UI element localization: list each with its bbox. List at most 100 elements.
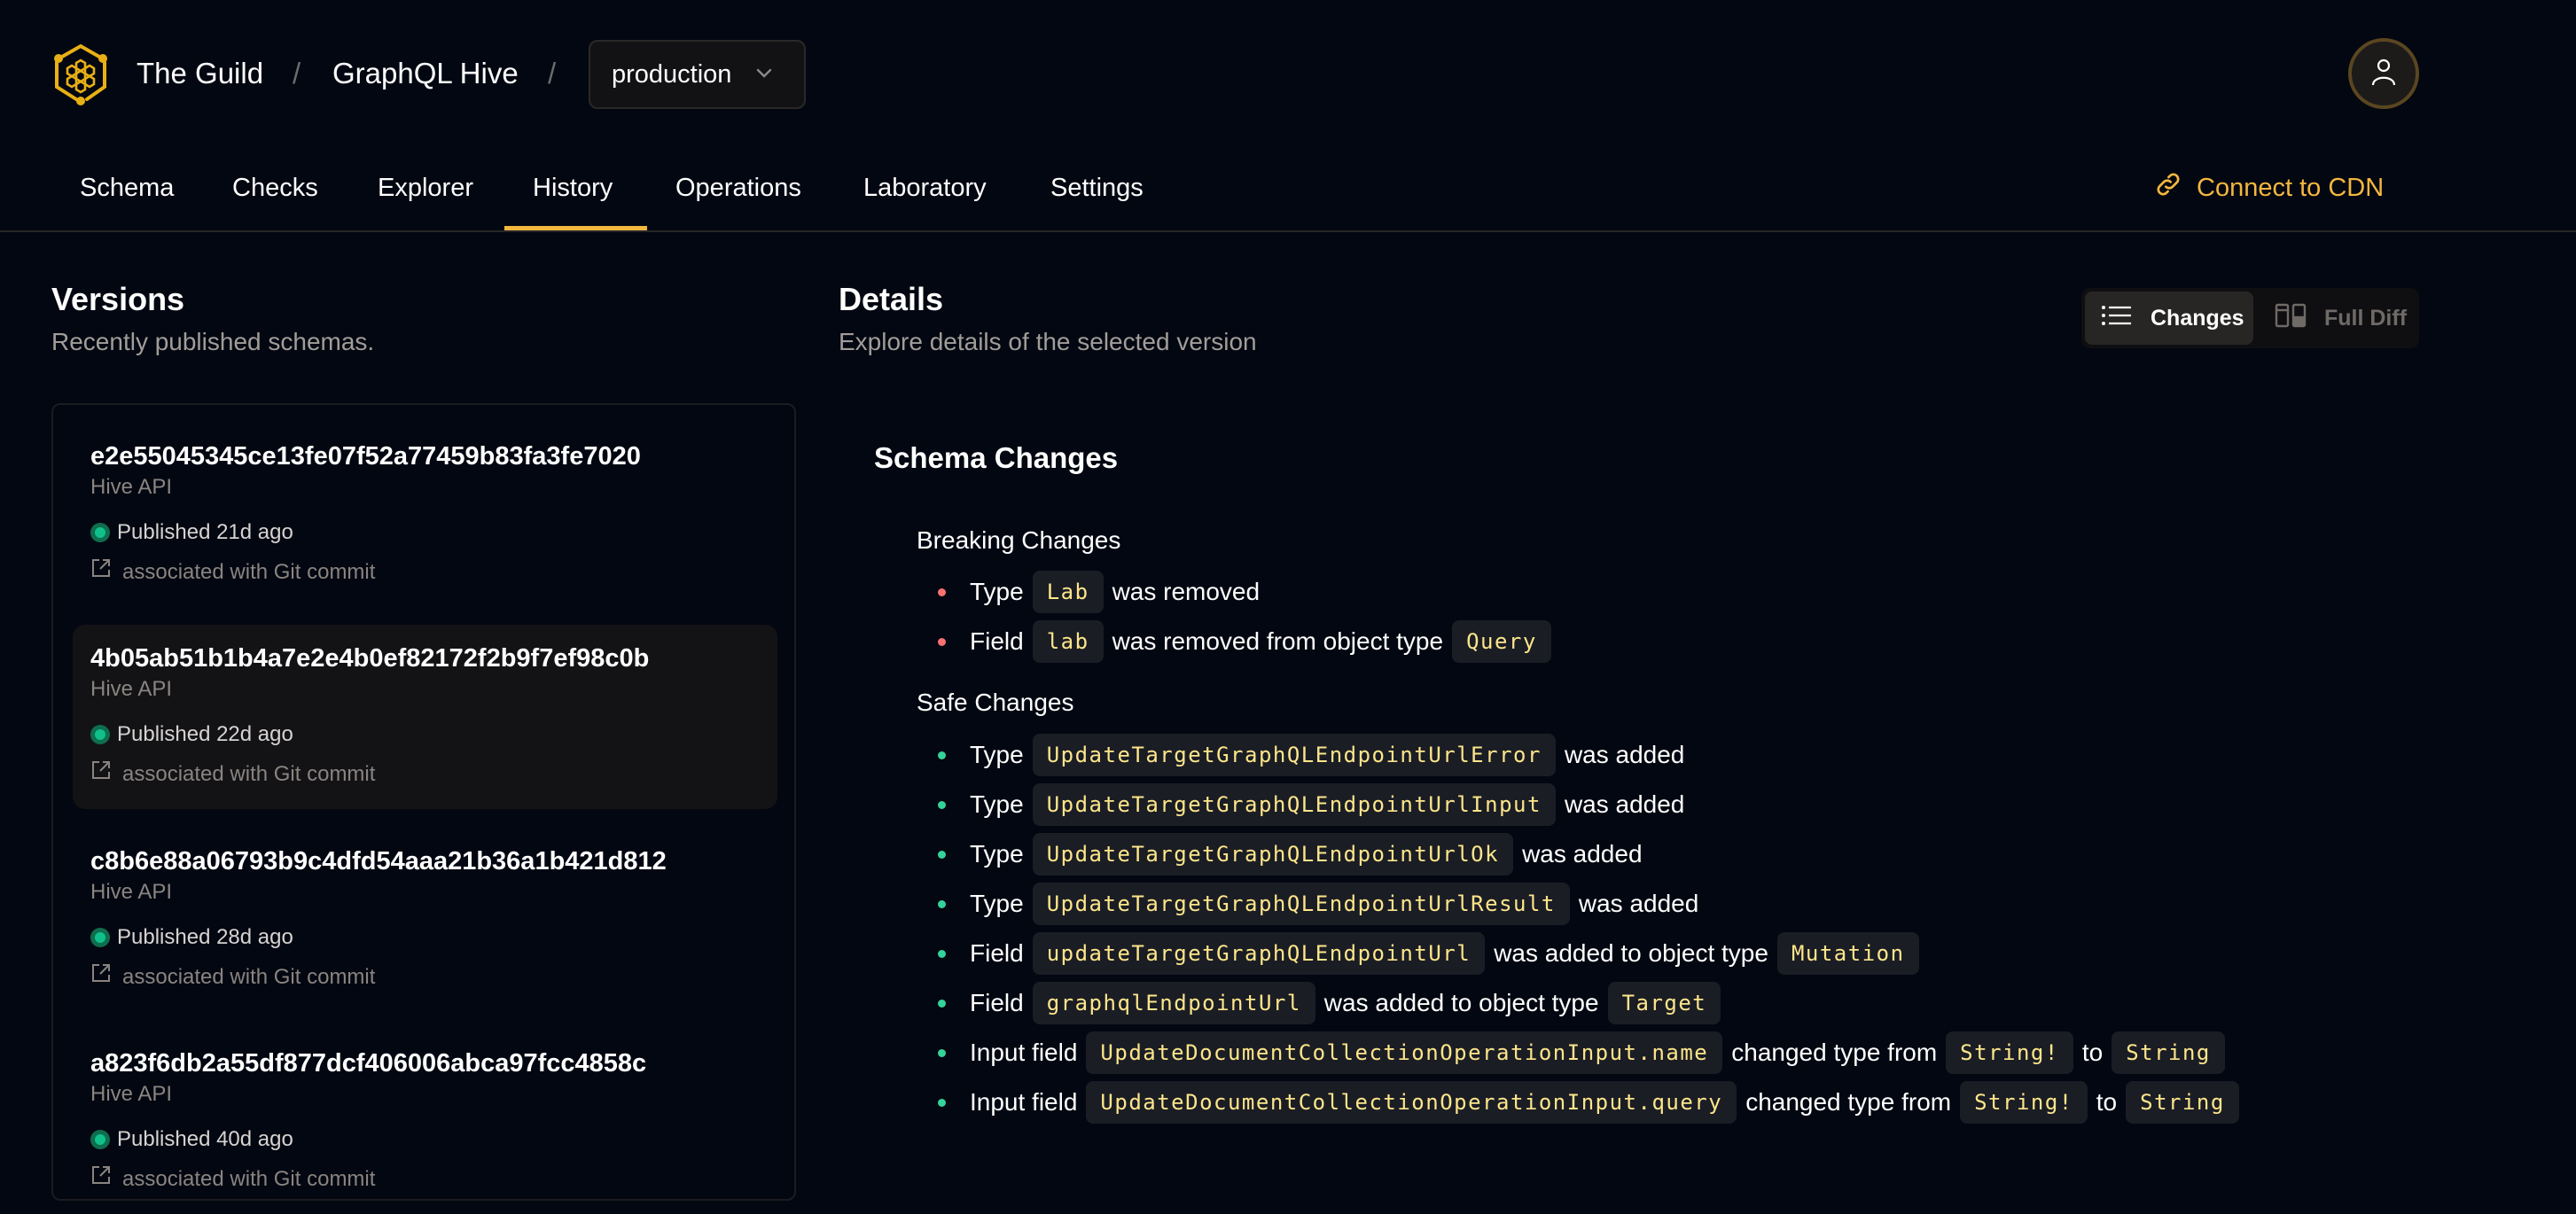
full-diff-view-label: Full Diff [2324,305,2408,331]
breadcrumb-project[interactable]: GraphQL Hive [332,55,519,92]
code-chip: UpdateDocumentCollectionOperationInput.q… [1086,1081,1737,1124]
breadcrumb-separator: / [293,57,301,89]
git-commit-link[interactable]: associated with Git commit [90,962,777,992]
version-status: Published 28d ago [117,925,293,949]
code-chip: graphqlEndpointUrl [1032,982,1315,1024]
safe-change-item: Input field UpdateDocumentCollectionOpera… [936,1080,2248,1125]
code-chip: UpdateTargetGraphQLEndpointUrlOk [1032,833,1514,875]
git-commit-label: associated with Git commit [122,964,376,989]
change-text: Input field [970,1088,1078,1116]
published-status-icon [90,725,110,744]
breaking-change-item: Type Lab was removed [936,570,1260,614]
bullet-icon [938,899,946,908]
code-chip: Mutation [1776,932,1919,975]
chevron-down-icon [754,60,774,89]
versions-subtitle: Recently published schemas. [51,328,375,355]
external-link-icon [90,557,112,587]
version-item-selected[interactable]: 4b05ab51b1b4a7e2e4b0ef82172f2b9f7ef98c0b… [73,625,777,809]
bullet-icon [938,637,946,646]
change-text: Type [970,741,1024,768]
version-status: Published 21d ago [117,520,293,544]
tab-explorer[interactable]: Explorer [378,168,473,230]
changes-view-label: Changes [2151,305,2244,331]
tab-schema[interactable]: Schema [80,168,174,230]
version-service: Hive API [90,1082,173,1106]
change-text: to [2081,1039,2104,1066]
safe-change-item: Type UpdateTargetGraphQLEndpointUrlInput w… [936,782,1684,827]
code-chip: String! [1960,1081,2088,1124]
git-commit-link[interactable]: associated with Git commit [90,759,777,789]
split-view-icon [2275,303,2307,334]
schema-changes-title: Schema Changes [874,441,1119,474]
full-diff-view-button[interactable]: Full Diff [2259,292,2423,345]
environment-select[interactable]: production [589,40,806,109]
version-hash: 4b05ab51b1b4a7e2e4b0ef82172f2b9f7ef98c0b [90,644,650,673]
safe-change-item: Type UpdateTargetGraphQLEndpointUrlOk was … [936,832,1643,876]
git-commit-label: associated with Git commit [122,559,376,584]
safe-change-item: Input field UpdateDocumentCollectionOpera… [936,1031,2234,1075]
change-text: to [2096,1088,2118,1116]
change-text: Field [970,989,1024,1016]
view-toggle: Changes Full Diff [2081,288,2419,348]
change-text: Type [970,578,1024,605]
external-link-icon [90,759,112,789]
change-text: Input field [970,1039,1078,1066]
change-text: was removed [1112,578,1261,605]
code-chip: UpdateDocumentCollectionOperationInput.n… [1086,1031,1723,1074]
changes-view-button[interactable]: Changes [2085,292,2253,345]
code-chip: String [2112,1031,2225,1074]
tab-operations[interactable]: Operations [675,168,801,230]
change-text: was added to object type [1494,939,1768,967]
hive-logo-icon[interactable] [51,43,110,106]
version-service: Hive API [90,677,173,701]
git-commit-label: associated with Git commit [122,1166,376,1191]
safe-change-item: Field updateTargetGraphQLEndpointUrl was a… [936,931,1928,976]
breadcrumb-separator: / [548,57,557,89]
breadcrumb-org[interactable]: The Guild [137,55,263,92]
code-chip: UpdateTargetGraphQLEndpointUrlResult [1032,883,1570,925]
git-commit-link[interactable]: associated with Git commit [90,557,777,587]
version-hash: e2e55045345ce13fe07f52a77459b83fa3fe7020 [90,442,641,471]
tab-checks[interactable]: Checks [232,168,318,230]
change-text: Type [970,890,1024,917]
code-chip: Query [1452,620,1551,663]
bullet-icon [938,800,946,809]
code-chip: String! [1946,1031,2073,1074]
bullet-icon [938,850,946,859]
version-status: Published 40d ago [117,1127,293,1151]
version-item[interactable]: e2e55045345ce13fe07f52a77459b83fa3fe7020… [73,423,777,607]
versions-list: e2e55045345ce13fe07f52a77459b83fa3fe7020… [51,403,796,1201]
connect-to-cdn-button[interactable]: Connect to CDN [2154,170,2384,206]
change-text: was removed from object type [1112,627,1444,655]
code-chip: UpdateTargetGraphQLEndpointUrlInput [1032,783,1556,826]
header-divider [0,230,2576,232]
code-chip: lab [1032,620,1104,663]
git-commit-link[interactable]: associated with Git commit [90,1164,777,1194]
user-avatar-button[interactable] [2348,38,2419,109]
bullet-icon [938,999,946,1008]
change-text: changed type from [1731,1039,1938,1066]
change-text: was added [1564,790,1685,818]
version-hash: c8b6e88a06793b9c4dfd54aaa21b36a1b421d812 [90,847,667,875]
list-icon [2101,303,2133,334]
version-status: Published 22d ago [117,722,293,746]
safe-change-item: Field graphqlEndpointUrl was added to obje… [936,981,1729,1025]
change-text: Field [970,939,1024,967]
change-text: changed type from [1745,1088,1952,1116]
bullet-icon [938,751,946,759]
breaking-change-item: Field lab was removed from object type Quer… [936,619,1560,664]
version-item[interactable]: a823f6db2a55df877dcf406006abca97fcc4858c… [73,1030,777,1214]
breaking-changes-title: Breaking Changes [917,526,1121,554]
version-item[interactable]: c8b6e88a06793b9c4dfd54aaa21b36a1b421d812… [73,828,777,1012]
change-text: Field [970,627,1024,655]
environment-select-value: production [612,59,732,89]
published-status-icon [90,928,110,947]
tab-history[interactable]: History [533,168,613,230]
user-icon [2370,58,2397,90]
published-status-icon [90,1130,110,1149]
bullet-icon [938,1048,946,1057]
version-service: Hive API [90,880,173,904]
tab-laboratory[interactable]: Laboratory [863,168,987,230]
tab-settings[interactable]: Settings [1050,168,1144,230]
change-text: was added [1564,741,1685,768]
